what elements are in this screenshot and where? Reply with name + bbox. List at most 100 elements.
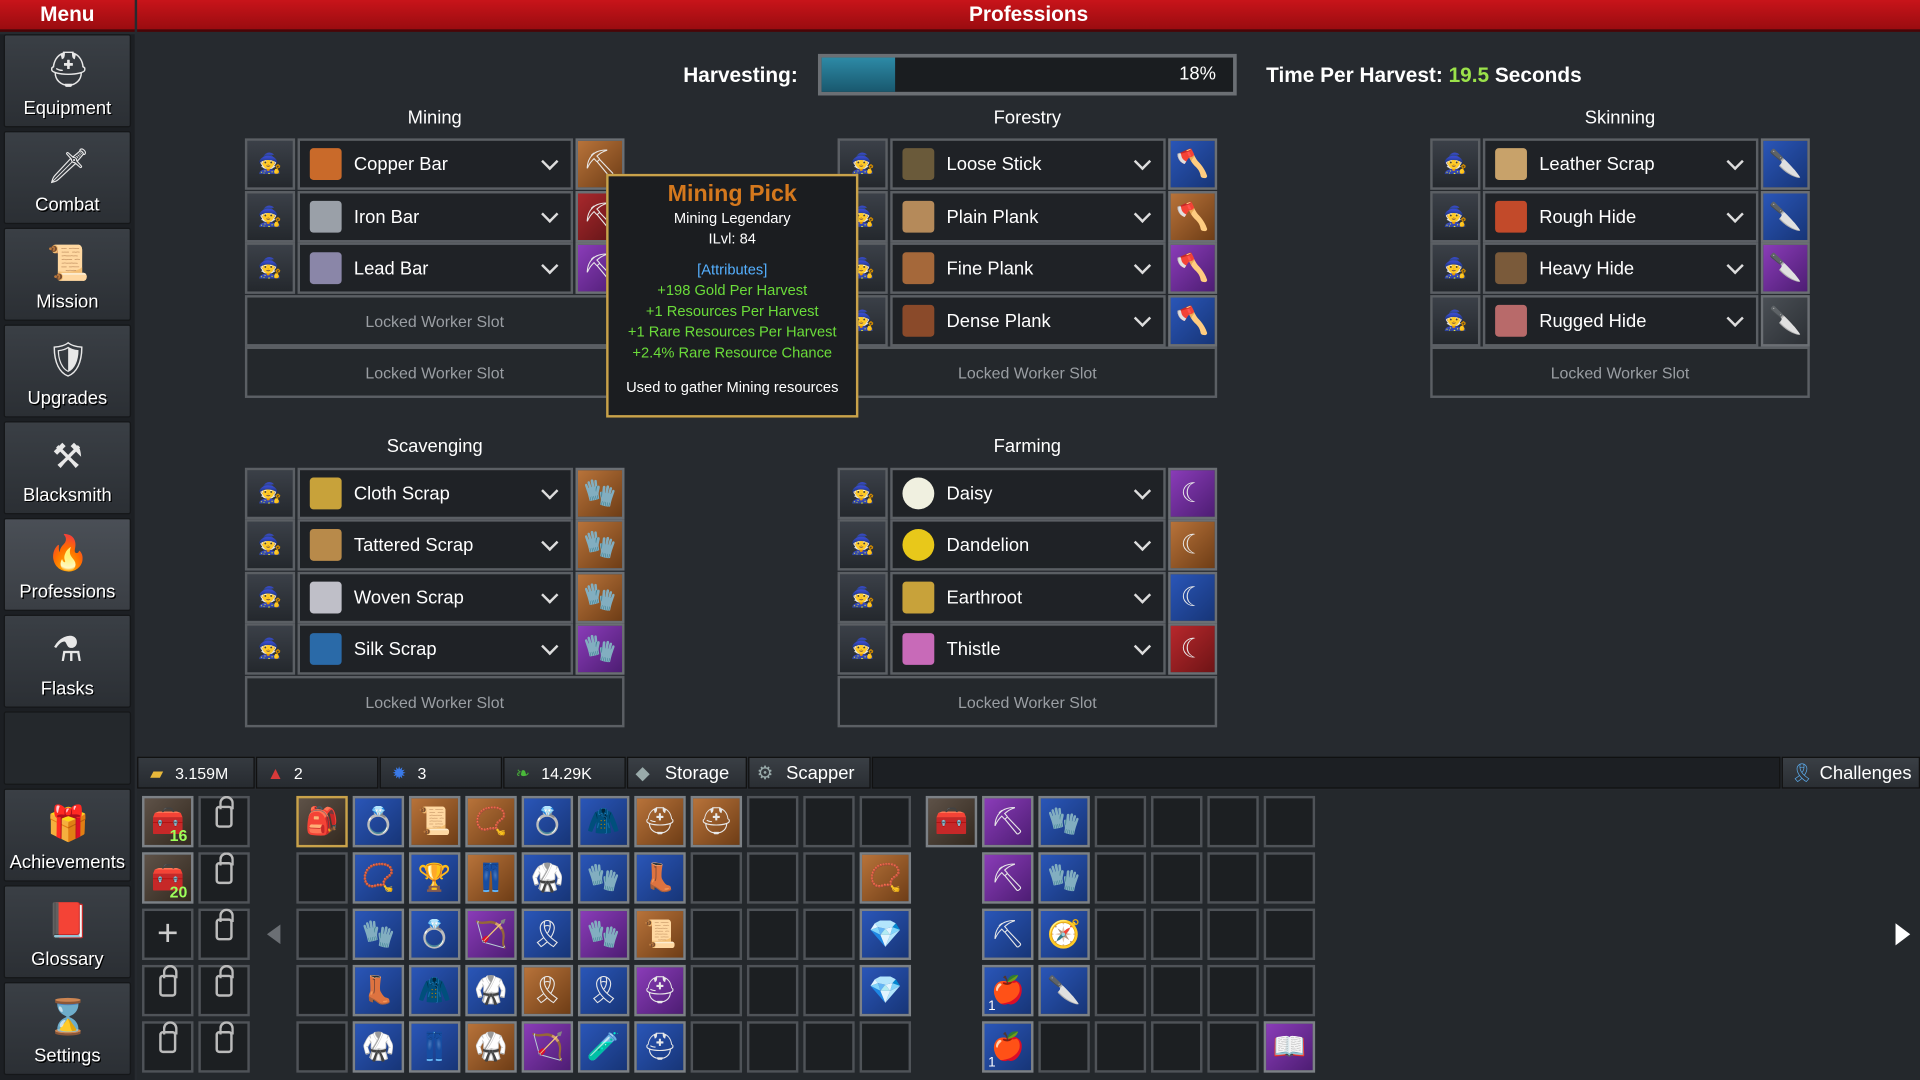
resource-select[interactable]: Woven Scrap (297, 571, 574, 624)
worker-button[interactable]: 🧙 (244, 191, 296, 243)
scrapper-item[interactable]: ⛏ (982, 795, 1034, 848)
sickle-tool-slot[interactable]: ☾ (1168, 571, 1218, 624)
knife-tool-slot[interactable]: 🔪 (1760, 295, 1810, 347)
resource-select[interactable]: Dandelion (890, 519, 1166, 571)
scrapper-empty-slot[interactable] (1151, 964, 1203, 1017)
resource-select[interactable]: Loose Stick (890, 138, 1166, 190)
inventory-empty-slot[interactable] (746, 964, 799, 1017)
glove-tool-slot[interactable]: 🧤 (575, 519, 625, 571)
sickle-tool-slot[interactable]: ☾ (1168, 519, 1218, 571)
resource-select[interactable]: Dense Plank (890, 295, 1166, 347)
resource-select[interactable]: Cloth Scrap (297, 467, 574, 520)
inventory-item[interactable]: 🧤 (577, 852, 630, 904)
worker-button[interactable]: 🧙 (837, 519, 888, 571)
locked-worker-slot[interactable]: Locked Worker Slot (837, 675, 1218, 728)
locked-worker-slot[interactable]: Locked Worker Slot (1430, 346, 1810, 398)
worker-button[interactable]: 🧙 (244, 571, 296, 624)
inventory-item[interactable]: 💎 (859, 908, 912, 961)
nav-blacksmith[interactable]: ⚒ Blacksmith (3, 421, 132, 515)
inventory-empty-slot[interactable] (803, 852, 855, 904)
inventory-empty-slot[interactable] (803, 908, 855, 961)
inventory-empty-slot[interactable] (296, 852, 348, 904)
scrapper-empty-slot[interactable] (1094, 852, 1147, 904)
resource-select[interactable]: Tattered Scrap (297, 519, 574, 571)
challenges-button[interactable]: 🎗 Challenges (1781, 756, 1920, 789)
resource-select[interactable]: Plain Plank (890, 191, 1166, 243)
inventory-item[interactable]: 🧤 (577, 908, 630, 961)
nav-equipment[interactable]: ⛑ Equipment (3, 34, 132, 128)
scrapper-empty-slot[interactable] (1263, 964, 1316, 1017)
scrapper-empty-slot[interactable] (1094, 1021, 1147, 1073)
scrapper-item[interactable]: 📖 (1263, 1021, 1316, 1073)
inventory-item[interactable]: 🏹 (465, 908, 517, 961)
resource-select[interactable]: Heavy Hide (1482, 242, 1759, 294)
inventory-item[interactable]: 🧥 (408, 964, 461, 1017)
scrapper-item[interactable]: 🍎 1 (982, 964, 1034, 1017)
locked-worker-slot[interactable]: Locked Worker Slot (244, 295, 625, 347)
axe-tool-slot[interactable]: 🪓 (1168, 191, 1218, 243)
inventory-empty-slot[interactable] (690, 964, 743, 1017)
scrapper-item[interactable]: 🧤 (1038, 795, 1090, 848)
storage-tab[interactable]: ◆ Storage (626, 756, 747, 789)
scrapper-empty-slot[interactable] (1207, 1021, 1259, 1073)
resource-select[interactable]: Thistle (890, 623, 1166, 675)
chest-slot[interactable]: 🧰 20 (142, 852, 194, 904)
glove-tool-slot[interactable]: 🧤 (575, 571, 625, 624)
inventory-item[interactable]: 💍 (408, 908, 461, 961)
nav-combat[interactable]: 🗡 Combat (3, 131, 132, 225)
inventory-item[interactable]: 📜 (408, 795, 461, 848)
inventory-next-arrow[interactable] (1895, 923, 1911, 946)
locked-worker-slot[interactable]: Locked Worker Slot (244, 675, 625, 728)
inventory-item[interactable]: 🎗 (577, 964, 630, 1017)
inventory-item[interactable]: 🧤 (352, 908, 405, 961)
scrapper-empty-slot[interactable] (1207, 795, 1259, 848)
inventory-empty-slot[interactable] (296, 908, 348, 961)
scrapper-empty-slot[interactable] (1094, 964, 1147, 1017)
knife-tool-slot[interactable]: 🔪 (1760, 242, 1810, 294)
inventory-item[interactable]: 🏹 (521, 1021, 574, 1073)
scrapper-empty-slot[interactable] (1038, 1021, 1090, 1073)
inventory-item[interactable]: 👢 (634, 852, 686, 904)
inventory-item[interactable]: 💎 (859, 964, 912, 1017)
scrapper-empty-slot[interactable] (1207, 852, 1259, 904)
scrapper-empty-slot[interactable] (1263, 852, 1316, 904)
inventory-item[interactable]: 📿 (859, 852, 912, 904)
worker-button[interactable]: 🧙 (1430, 191, 1481, 243)
scrapper-item[interactable]: 🔪 (1038, 964, 1090, 1017)
scrapper-tab[interactable]: ⚙ Scapper (748, 756, 871, 789)
inventory-empty-slot[interactable] (803, 1021, 855, 1073)
inventory-empty-slot[interactable] (690, 852, 743, 904)
worker-button[interactable]: 🧙 (244, 467, 296, 520)
scrapper-item[interactable]: ⛏ (982, 908, 1034, 961)
inventory-item[interactable]: 🎒 (296, 795, 348, 848)
scrapper-empty-slot[interactable] (1207, 908, 1259, 961)
resource-select[interactable]: Iron Bar (297, 191, 574, 243)
inventory-empty-slot[interactable] (859, 1021, 912, 1073)
glove-tool-slot[interactable]: 🧤 (575, 467, 625, 520)
nav-mission[interactable]: 📜 Mission (3, 227, 132, 321)
inventory-item[interactable]: 👖 (465, 852, 517, 904)
inventory-item[interactable]: 🎗 (521, 908, 574, 961)
scrapper-empty-slot[interactable] (1151, 852, 1203, 904)
knife-tool-slot[interactable]: 🔪 (1760, 191, 1810, 243)
inventory-item[interactable]: 🎗 (521, 964, 574, 1017)
resource-select[interactable]: Silk Scrap (297, 623, 574, 675)
worker-button[interactable]: 🧙 (244, 519, 296, 571)
scrapper-empty-slot[interactable] (1151, 795, 1203, 848)
resource-select[interactable]: Lead Bar (297, 242, 574, 294)
inventory-empty-slot[interactable] (803, 795, 855, 848)
resource-select[interactable]: Copper Bar (297, 138, 574, 190)
inventory-item[interactable]: 👢 (352, 964, 405, 1017)
axe-tool-slot[interactable]: 🪓 (1168, 295, 1218, 347)
nav-settings[interactable]: ⌛ Settings (3, 982, 132, 1076)
inventory-item[interactable]: 📿 (352, 852, 405, 904)
inventory-item[interactable]: 🥋 (465, 1021, 517, 1073)
resource-select[interactable]: Daisy (890, 467, 1166, 520)
worker-button[interactable]: 🧙 (837, 467, 888, 520)
glove-tool-slot[interactable]: 🧤 (575, 623, 625, 675)
inventory-item[interactable]: 👖 (408, 1021, 461, 1073)
inventory-item[interactable]: 🥋 (352, 1021, 405, 1073)
scrapper-empty-slot[interactable] (1263, 795, 1316, 848)
inventory-item[interactable]: ⛑ (634, 795, 686, 848)
inventory-item[interactable]: 🏆 (408, 852, 461, 904)
